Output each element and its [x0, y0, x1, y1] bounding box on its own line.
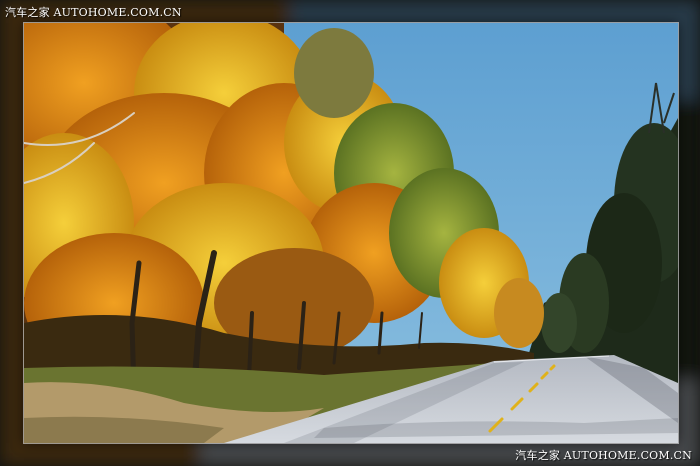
watermark-bottom-right: 汽车之家 AUTOHOME.COM.CN	[515, 449, 692, 462]
main-photo	[24, 23, 678, 443]
watermark-top-left: 汽车之家 AUTOHOME.COM.CN	[5, 6, 182, 19]
photo-frame: 汽车之家 AUTOHOME.COM.CN 汽车之家 AUTOHOME.COM.C…	[0, 0, 700, 466]
